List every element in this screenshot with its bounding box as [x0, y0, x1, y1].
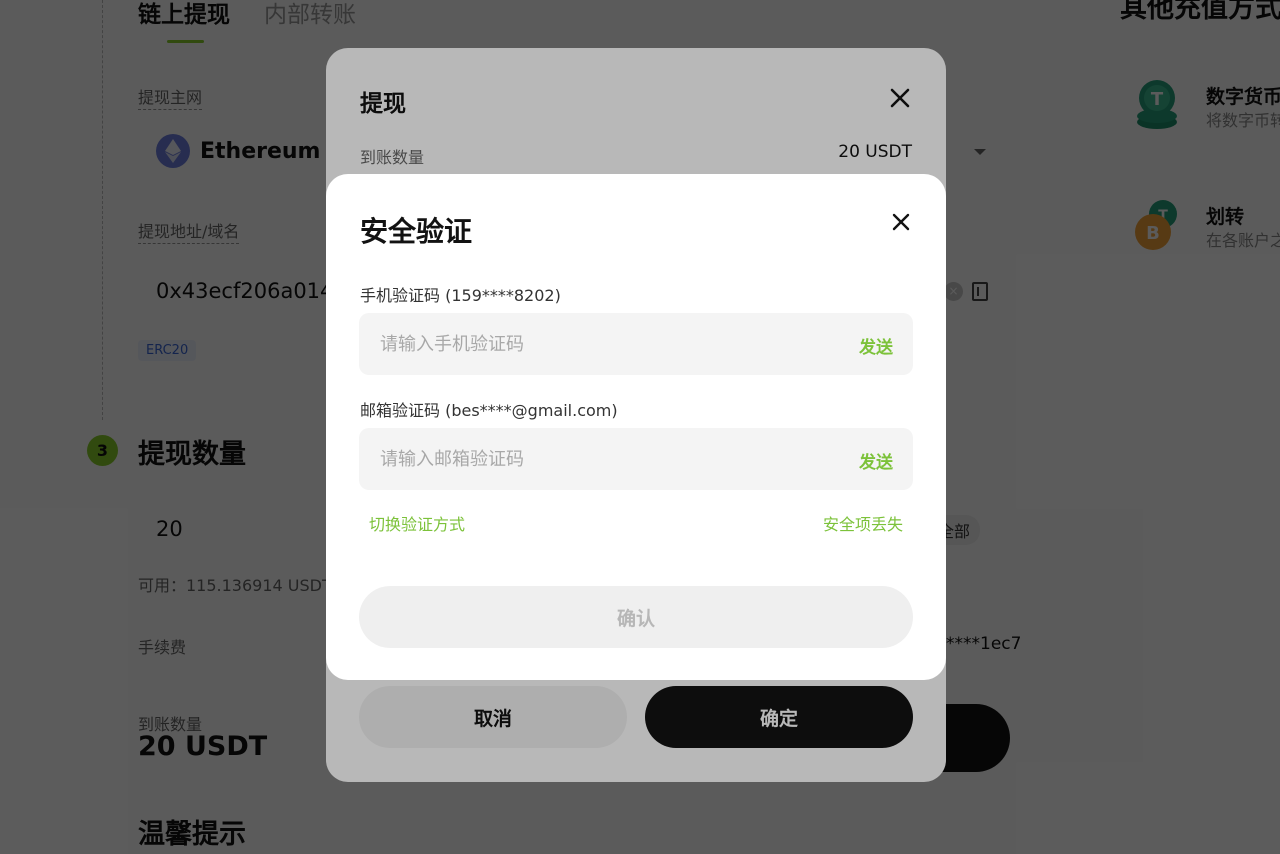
security-lost-link[interactable]: 安全项丢失 [823, 511, 903, 535]
security-dialog-title: 安全验证 [360, 215, 473, 248]
phone-code-field: 发送 [359, 313, 913, 375]
confirm-button[interactable]: 确认 [359, 586, 913, 648]
phone-code-label: 手机验证码 (159****8202) [360, 286, 561, 305]
email-code-input[interactable] [359, 428, 829, 490]
close-icon[interactable] [889, 210, 913, 234]
withdraw-page: 链上提现 内部转账 提现主网 Ethereum (E 提现地址/域名 0x43e… [0, 0, 1280, 854]
switch-verification-link[interactable]: 切换验证方式 [369, 511, 465, 535]
email-code-field: 发送 [359, 428, 913, 490]
phone-code-input[interactable] [359, 313, 829, 375]
email-send-button[interactable]: 发送 [859, 448, 893, 473]
email-code-label: 邮箱验证码 (bes****@gmail.com) [360, 401, 618, 420]
phone-send-button[interactable]: 发送 [859, 333, 893, 358]
security-dialog: 安全验证 手机验证码 (159****8202) 发送 邮箱验证码 (bes**… [326, 174, 946, 680]
